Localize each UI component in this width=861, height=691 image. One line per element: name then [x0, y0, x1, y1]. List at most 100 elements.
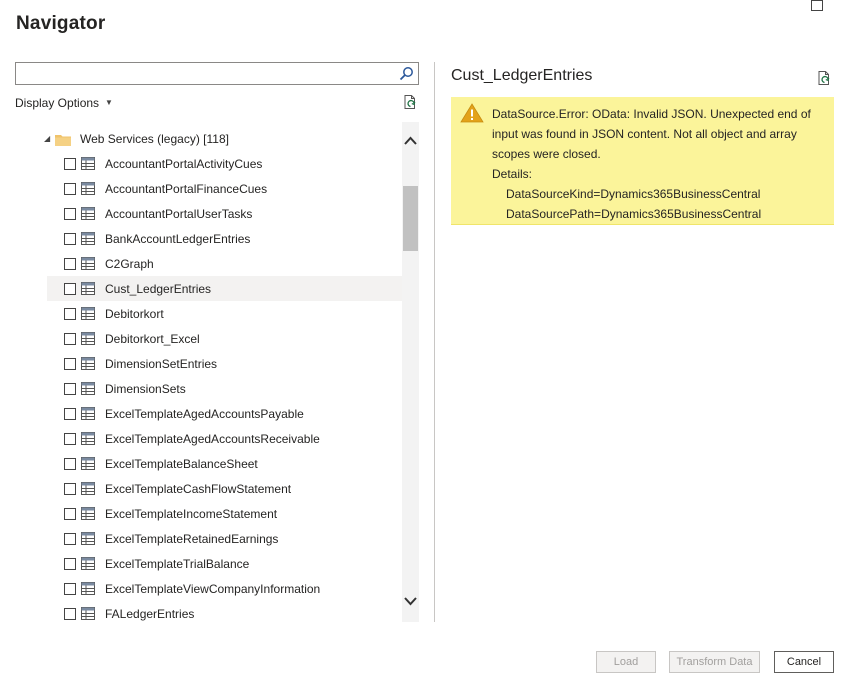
tree-item-label: ExcelTemplateCashFlowStatement — [105, 482, 292, 496]
tree-item-label: ExcelTemplateTrialBalance — [105, 557, 250, 571]
refresh-icon[interactable] — [402, 94, 418, 110]
pane-divider — [434, 62, 435, 622]
transform-data-button[interactable]: Transform Data — [669, 651, 760, 673]
table-icon — [81, 232, 95, 245]
table-icon — [81, 207, 95, 220]
checkbox[interactable] — [64, 408, 76, 420]
maximize-icon[interactable] — [811, 0, 823, 11]
tree-item-label: ExcelTemplateRetainedEarnings — [105, 532, 279, 546]
table-icon — [81, 157, 95, 170]
checkbox[interactable] — [64, 158, 76, 170]
folder-web-services[interactable]: ◢ Web Services (legacy) [118] — [15, 126, 402, 151]
tree-item[interactable]: ExcelTemplateBalanceSheet — [47, 451, 402, 476]
checkbox[interactable] — [64, 433, 76, 445]
chevron-down-icon[interactable] — [402, 594, 419, 608]
checkbox[interactable] — [64, 533, 76, 545]
tree-item[interactable]: ExcelTemplateRetainedEarnings — [47, 526, 402, 551]
refresh-icon[interactable] — [816, 70, 832, 86]
load-button[interactable]: Load — [596, 651, 656, 673]
tree-item[interactable]: C2Graph — [47, 251, 402, 276]
checkbox[interactable] — [64, 458, 76, 470]
tree-item-label: AccountantPortalUserTasks — [105, 207, 253, 221]
tree-item[interactable]: ExcelTemplateAgedAccountsPayable — [47, 401, 402, 426]
tree-item-label: Cust_LedgerEntries — [105, 282, 212, 296]
tree-item[interactable]: ExcelTemplateIncomeStatement — [47, 501, 402, 526]
table-icon — [81, 457, 95, 470]
tree-item-selected[interactable]: Cust_LedgerEntries — [47, 276, 402, 301]
checkbox[interactable] — [64, 308, 76, 320]
error-detail-kind: DataSourceKind=Dynamics365BusinessCentra… — [506, 187, 761, 201]
tree-item[interactable]: BankAccountLedgerEntries — [47, 226, 402, 251]
tree-item[interactable]: AccountantPortalFinanceCues — [47, 176, 402, 201]
table-icon — [81, 357, 95, 370]
expand-arrow-icon[interactable]: ◢ — [44, 134, 50, 143]
scrollbar-thumb[interactable] — [403, 186, 418, 251]
dialog-title: Navigator — [16, 13, 106, 34]
checkbox[interactable] — [64, 358, 76, 370]
tree-item[interactable]: ExcelTemplateCashFlowStatement — [47, 476, 402, 501]
table-icon — [81, 282, 95, 295]
error-details-label: Details: — [492, 167, 533, 181]
tree-item[interactable]: Debitorkort — [47, 301, 402, 326]
checkbox[interactable] — [64, 383, 76, 395]
table-icon — [81, 332, 95, 345]
search-box[interactable] — [15, 62, 419, 85]
tree-item[interactable]: Debitorkort_Excel — [47, 326, 402, 351]
tree-item-label: ExcelTemplateAgedAccountsPayable — [105, 407, 304, 421]
error-message-box: DataSource.Error: OData: Invalid JSON. U… — [451, 97, 834, 225]
search-icon[interactable] — [399, 66, 414, 81]
tree-item-label: Debitorkort — [105, 307, 164, 321]
checkbox[interactable] — [64, 483, 76, 495]
tree-scrollbar[interactable] — [402, 122, 419, 622]
checkbox[interactable] — [64, 208, 76, 220]
tree-item[interactable]: AccountantPortalActivityCues — [47, 151, 402, 176]
display-options-label: Display Options — [15, 96, 100, 110]
chevron-down-icon: ▼ — [105, 97, 113, 107]
table-icon — [81, 607, 95, 620]
tree-item-label: C2Graph — [105, 257, 154, 271]
checkbox[interactable] — [64, 258, 76, 270]
table-icon — [81, 407, 95, 420]
tree-item-label: ExcelTemplateAgedAccountsReceivable — [105, 432, 320, 446]
checkbox[interactable] — [64, 608, 76, 620]
tree-item-label: ExcelTemplateViewCompanyInformation — [105, 582, 321, 596]
table-icon — [81, 432, 95, 445]
cancel-button[interactable]: Cancel — [774, 651, 834, 673]
table-icon — [81, 257, 95, 270]
tree-item-label: Debitorkort_Excel — [105, 332, 200, 346]
tree-item[interactable]: AccountantPortalUserTasks — [47, 201, 402, 226]
folder-label: Web Services (legacy) [118] — [80, 132, 229, 146]
checkbox[interactable] — [64, 283, 76, 295]
navigator-tree[interactable]: ◢ Web Services (legacy) [118] Accountant… — [15, 122, 419, 622]
table-icon — [81, 507, 95, 520]
checkbox[interactable] — [64, 183, 76, 195]
tree-item-label: AccountantPortalActivityCues — [105, 157, 263, 171]
table-icon — [81, 307, 95, 320]
tree-item[interactable]: ExcelTemplateAgedAccountsReceivable — [47, 426, 402, 451]
checkbox[interactable] — [64, 508, 76, 520]
checkbox[interactable] — [64, 583, 76, 595]
search-input[interactable] — [16, 63, 391, 84]
tree-item[interactable]: DimensionSetEntries — [47, 351, 402, 376]
table-icon — [81, 482, 95, 495]
checkbox[interactable] — [64, 333, 76, 345]
folder-icon — [55, 135, 71, 146]
chevron-up-icon[interactable] — [402, 134, 419, 148]
display-options-dropdown[interactable]: Display Options ▼ — [15, 96, 113, 110]
tree-item-label: DimensionSetEntries — [105, 357, 218, 371]
tree-item[interactable]: ExcelTemplateViewCompanyInformation — [47, 576, 402, 601]
tree-item[interactable]: DimensionSets — [47, 376, 402, 401]
table-icon — [81, 582, 95, 595]
tree-item[interactable]: FALedgerEntries — [47, 601, 402, 622]
table-icon — [81, 382, 95, 395]
tree-item-label: ExcelTemplateIncomeStatement — [105, 507, 278, 521]
table-icon — [81, 532, 95, 545]
tree-item[interactable]: ExcelTemplateTrialBalance — [47, 551, 402, 576]
table-icon — [81, 182, 95, 195]
tree-item-label: BankAccountLedgerEntries — [105, 232, 251, 246]
checkbox[interactable] — [64, 558, 76, 570]
tree-item-label: ExcelTemplateBalanceSheet — [105, 457, 258, 471]
checkbox[interactable] — [64, 233, 76, 245]
warning-icon — [460, 103, 484, 123]
tree-item-label: AccountantPortalFinanceCues — [105, 182, 268, 196]
